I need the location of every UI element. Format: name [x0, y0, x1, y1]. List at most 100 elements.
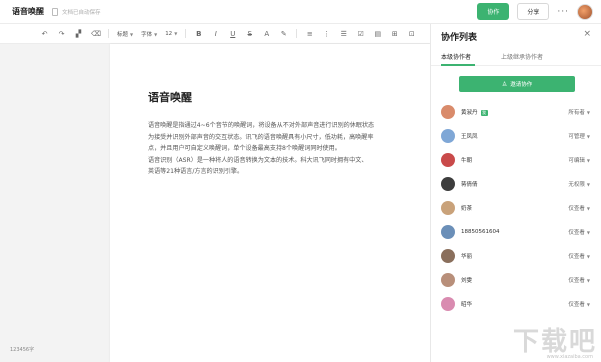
paragraph-line: 点，并且用户可自定义唤醒词，单个设备最高支持8个唤醒词同时使用。 — [148, 145, 341, 152]
font-dropdown[interactable]: 字体 ▼ — [141, 30, 157, 38]
role-dropdown[interactable]: 仅查看 ▼ — [568, 300, 590, 308]
panel-title: 协作列表 — [441, 33, 478, 43]
document-body[interactable]: 语音唤醒是指通过4~6个音节的唤醒词，将设备从不对外部声音进行识别的休眠状态 为… — [148, 120, 430, 178]
person-add-icon: ♙ — [501, 80, 508, 88]
collaborator-name: 昭华 — [461, 302, 473, 308]
redo-icon[interactable]: ↷ — [57, 30, 66, 38]
role-dropdown[interactable]: 可管理 ▼ — [568, 132, 590, 140]
collaborator-row: 黄淑丹我 所有者 ▼ — [431, 100, 601, 124]
avatar — [441, 249, 455, 263]
avatar — [441, 153, 455, 167]
chevron-down-icon: ▼ — [586, 182, 590, 187]
chevron-down-icon: ▼ — [586, 254, 590, 259]
chevron-down-icon: ▼ — [586, 278, 590, 283]
topbar-actions: 协作 分享 ··· — [477, 3, 593, 20]
collaborator-name: 奶茶 — [461, 206, 473, 212]
collaborator-name: 蒋倩倩 — [461, 182, 478, 188]
active-tab-indicator — [441, 64, 475, 66]
tab-current-collaborators[interactable]: 本级协作者 — [441, 52, 471, 61]
tab-inherited-collaborators[interactable]: 上级继承协作者 — [501, 52, 543, 61]
self-badge: 我 — [480, 109, 488, 116]
underline-icon[interactable]: U — [228, 30, 237, 38]
role-dropdown[interactable]: 无权限 ▼ — [568, 180, 590, 188]
save-status: 文档已自动保存 — [62, 9, 101, 16]
user-avatar[interactable] — [577, 3, 593, 20]
chevron-down-icon: ▼ — [154, 31, 158, 37]
toolbar-divider — [296, 29, 298, 38]
role-dropdown[interactable]: 仅查看 ▼ — [568, 276, 590, 284]
highlight-icon[interactable]: ✎ — [279, 30, 288, 38]
table-icon[interactable]: ⊞ — [390, 30, 399, 38]
align-icon[interactable]: ≡ — [305, 30, 314, 38]
paragraph-line: 英语等21种语言/方言的识别引擎。 — [148, 168, 244, 175]
document-page[interactable]: 语音唤醒 语音唤醒是指通过4~6个音节的唤醒词，将设备从不对外部声音进行识别的休… — [110, 44, 430, 362]
avatar — [441, 129, 455, 143]
role-dropdown[interactable]: 所有者 ▼ — [568, 108, 590, 116]
word-count: 123456字 — [10, 347, 35, 353]
collaborator-row: 蒋倩倩 无权限 ▼ — [431, 172, 601, 196]
toolbar-divider — [108, 29, 109, 38]
numbered-list-icon[interactable]: ⋮ — [322, 30, 331, 38]
collaborator-row: 18850561604 仅查看 ▼ — [431, 220, 601, 244]
italic-icon[interactable]: I — [211, 30, 220, 38]
paragraph-line: 为接受并识别外部声音的交互状态。讯飞的语音唤醒具有小尺寸，低功耗，高唤醒率 — [148, 133, 374, 141]
collaborator-list: 黄淑丹我 所有者 ▼ 王凤凤 可管理 ▼ 牛朝 可编辑 ▼ 蒋倩倩 无权限 ▼ 奶茶 仅… — [431, 100, 601, 316]
avatar — [441, 201, 455, 215]
chevron-down-icon: ▼ — [586, 134, 590, 139]
document-heading[interactable]: 语音唤醒 — [148, 89, 192, 105]
format-painter-icon[interactable]: ▞ — [74, 30, 83, 38]
chevron-down-icon: ▼ — [586, 206, 590, 211]
invite-collaborator-button[interactable]: ♙ 邀请协作 — [459, 76, 575, 92]
editor-toolbar: ↶ ↷ ▞ ⌫ 标题 ▼ 字体 ▼ 12 ▼ B I U S A ✎ ≡ ⋮ ☰ ☑ … — [0, 24, 430, 44]
watermark-url: www.xiazaiba.com — [546, 354, 593, 360]
collaborator-row: 牛朝 可编辑 ▼ — [431, 148, 601, 172]
avatar — [441, 297, 455, 311]
role-dropdown[interactable]: 仅查看 ▼ — [568, 228, 590, 236]
bullet-list-icon[interactable]: ☰ — [339, 30, 348, 38]
chevron-down-icon: ▼ — [174, 30, 178, 36]
document-title[interactable]: 语音唤醒 — [12, 6, 44, 17]
collaborator-row: 奶茶 仅查看 ▼ — [431, 196, 601, 220]
role-dropdown[interactable]: 仅查看 ▼ — [568, 252, 590, 260]
checklist-icon[interactable]: ☑ — [356, 30, 365, 38]
collaborator-row: 昭华 仅查看 ▼ — [431, 292, 601, 316]
collaborator-name: 王凤凤 — [461, 134, 478, 140]
clear-format-icon[interactable]: ⌫ — [91, 30, 101, 38]
collaborate-button[interactable]: 协作 — [477, 3, 510, 20]
avatar — [441, 105, 455, 119]
collaborator-name: 牛朝 — [461, 158, 473, 164]
collaboration-panel: 协作列表 × 本级协作者 上级继承协作者 ♙ 邀请协作 黄淑丹我 所有者 ▼ 王凤… — [430, 24, 601, 362]
top-bar: 语音唤醒 文档已自动保存 协作 分享 ··· — [0, 0, 601, 24]
invite-label: 邀请协作 — [510, 82, 533, 88]
collaborator-name: 18850561604 — [461, 229, 500, 235]
chevron-down-icon: ▼ — [586, 302, 590, 307]
heading-dropdown[interactable]: 标题 ▼ — [117, 30, 133, 38]
collaborator-name: 黄淑丹我 — [461, 109, 488, 116]
role-dropdown[interactable]: 仅查看 ▼ — [568, 204, 590, 212]
document-icon — [52, 7, 58, 16]
insert-icon[interactable]: ⊡ — [407, 30, 416, 38]
collaborator-name: 华丽 — [461, 254, 473, 260]
collaborator-row: 华丽 仅查看 ▼ — [431, 244, 601, 268]
avatar — [441, 225, 455, 239]
avatar — [441, 177, 455, 191]
font-color-icon[interactable]: A — [262, 30, 271, 38]
chevron-down-icon: ▼ — [586, 158, 590, 163]
paragraph-line: 语音唤醒是指通过4~6个音节的唤醒词，将设备从不对外部声音进行识别的休眠状态 — [148, 122, 375, 129]
chevron-down-icon: ▼ — [130, 31, 134, 37]
chevron-down-icon: ▼ — [586, 110, 590, 115]
site-watermark: 下载吧 — [512, 327, 597, 357]
avatar — [441, 273, 455, 287]
font-size-dropdown[interactable]: 12 ▼ — [165, 31, 177, 37]
collaborator-name: 刘雯 — [461, 278, 473, 284]
chevron-down-icon: ▼ — [586, 230, 590, 235]
close-icon[interactable]: × — [583, 29, 591, 39]
more-options-icon[interactable]: ··· — [557, 7, 569, 17]
toolbar-divider — [185, 29, 187, 38]
bold-icon[interactable]: B — [194, 30, 203, 38]
role-dropdown[interactable]: 可编辑 ▼ — [568, 156, 590, 164]
undo-icon[interactable]: ↶ — [40, 30, 49, 38]
quote-icon[interactable]: ▤ — [373, 30, 382, 38]
share-button[interactable]: 分享 — [517, 3, 550, 20]
strikethrough-icon[interactable]: S — [245, 30, 254, 38]
